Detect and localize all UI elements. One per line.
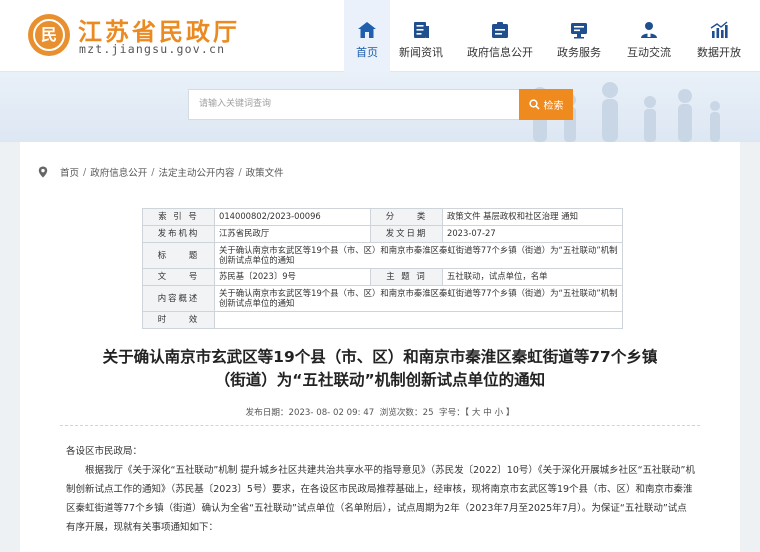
nav-item-info-disclosure[interactable]: 政府信息公开 bbox=[452, 0, 548, 72]
article-body: 各设区市民政局： 根据我厅《关于深化“五社联动”机制 提升城乡社区共建共治共享水… bbox=[66, 442, 696, 537]
meta-date-value: 2023-07-27 bbox=[442, 225, 623, 243]
meta-label: 分 类 bbox=[370, 208, 443, 226]
nav-label: 互动交流 bbox=[627, 46, 671, 59]
site-domain: mzt.jiangsu.gov.cn bbox=[79, 42, 226, 56]
nav-label: 数据开放 bbox=[697, 46, 741, 59]
nav-item-home[interactable]: 首页 bbox=[344, 0, 390, 72]
article-salutation: 各设区市民政局： bbox=[66, 446, 143, 457]
meta-label: 文 号 bbox=[142, 268, 215, 286]
breadcrumb-statutory-content[interactable]: 法定主动公开内容 bbox=[158, 165, 234, 179]
meta-summary-value: 关于确认南京市玄武区等19个县（市、区）和南京市秦淮区秦虹街道等77个乡镇（街道… bbox=[214, 285, 623, 312]
search-input[interactable] bbox=[188, 89, 519, 120]
meta-label: 索 引 号 bbox=[142, 208, 215, 226]
search-button-label: 检索 bbox=[543, 101, 564, 112]
views-label: 浏览次数： bbox=[379, 408, 423, 418]
breadcrumb-info-disclosure[interactable]: 政府信息公开 bbox=[90, 165, 147, 179]
meta-issuer-value: 江苏省民政厅 bbox=[214, 225, 371, 243]
font-size-options[interactable]: 【 大 中 小 】 bbox=[465, 408, 515, 418]
news-icon bbox=[414, 22, 429, 38]
location-pin-icon bbox=[38, 166, 48, 178]
home-icon bbox=[358, 22, 376, 38]
nav-item-service[interactable]: 政务服务 bbox=[548, 0, 610, 72]
meta-label: 发文日期 bbox=[370, 225, 443, 243]
main-nav: 首页 新闻资讯 政府信息公开 政务服务 互动交流 数据开放 bbox=[344, 0, 750, 72]
meta-label: 标 题 bbox=[142, 242, 215, 269]
meta-label: 主 题 词 bbox=[370, 268, 443, 286]
search-icon bbox=[528, 99, 540, 110]
breadcrumb-policy-documents[interactable]: 政策文件 bbox=[246, 165, 284, 179]
publish-date-value: 2023- 08- 02 09: 47 bbox=[288, 408, 375, 418]
views-count: 25 bbox=[422, 408, 434, 418]
document-metadata-table: 索 引 号 014000802/2023-00096 分 类 政策文件 基层政权… bbox=[142, 208, 623, 329]
meta-label: 时 效 bbox=[142, 311, 215, 329]
breadcrumb-separator: / bbox=[151, 166, 155, 178]
publish-info: 发布日期：2023- 08- 02 09: 47 浏览次数：25 字号：【 大 … bbox=[20, 406, 740, 418]
chart-icon bbox=[710, 21, 728, 38]
search-banner: 检索 bbox=[0, 72, 760, 142]
service-icon bbox=[571, 23, 587, 39]
meta-category-value: 政策文件 基层政权和社区治理 通知 bbox=[442, 208, 623, 226]
info-disclosure-icon bbox=[492, 22, 508, 38]
nav-label: 首页 bbox=[356, 46, 378, 59]
meta-label: 内容概述 bbox=[142, 285, 215, 312]
content-card: 首页 / 政府信息公开 / 法定主动公开内容 / 政策文件 索 引 号 0140… bbox=[20, 142, 740, 552]
article-title-line: （街道）为“五社联动”机制创新试点单位的通知 bbox=[214, 371, 546, 389]
nav-item-data-open[interactable]: 数据开放 bbox=[688, 0, 750, 72]
meta-docno-value: 苏民基〔2023〕9号 bbox=[214, 268, 371, 286]
article-title: 关于确认南京市玄武区等19个县（市、区）和南京市秦淮区秦虹街道等77个乡镇 （街… bbox=[60, 346, 700, 392]
logo-emblem-icon[interactable]: 民 bbox=[28, 14, 70, 56]
interaction-icon bbox=[641, 22, 657, 38]
search-button[interactable]: 检索 bbox=[519, 89, 573, 120]
article-title-line: 关于确认南京市玄武区等19个县（市、区）和南京市秦淮区秦虹街道等77个乡镇 bbox=[102, 348, 658, 366]
article-paragraph: 根据我厅《关于深化“五社联动”机制 提升城乡社区共建共治共享水平的指导意见》（苏… bbox=[66, 465, 695, 533]
emblem-glyph: 民 bbox=[40, 25, 57, 44]
breadcrumb-home[interactable]: 首页 bbox=[60, 165, 79, 179]
meta-index-value: 014000802/2023-00096 bbox=[214, 208, 371, 226]
meta-title-value: 关于确认南京市玄武区等19个县（市、区）和南京市秦淮区秦虹街道等77个乡镇（街道… bbox=[214, 242, 623, 269]
breadcrumb: 首页 / 政府信息公开 / 法定主动公开内容 / 政策文件 bbox=[38, 165, 284, 179]
nav-label: 政务服务 bbox=[557, 46, 601, 59]
content-divider bbox=[60, 425, 700, 426]
site-header: 民 江苏省民政厅 mzt.jiangsu.gov.cn 首页 新闻资讯 政府信息… bbox=[0, 0, 760, 72]
meta-validity-value bbox=[214, 311, 623, 329]
breadcrumb-separator: / bbox=[238, 166, 242, 178]
publish-date-label: 发布日期： bbox=[245, 408, 289, 418]
nav-label: 新闻资讯 bbox=[399, 46, 443, 59]
nav-item-interaction[interactable]: 互动交流 bbox=[610, 0, 688, 72]
breadcrumb-separator: / bbox=[83, 166, 87, 178]
meta-keywords-value: 五社联动，试点单位，名单 bbox=[442, 268, 623, 286]
nav-item-news[interactable]: 新闻资讯 bbox=[390, 0, 452, 72]
font-size-label: 字号： bbox=[439, 408, 465, 418]
nav-label: 政府信息公开 bbox=[467, 46, 533, 59]
meta-label: 发布机构 bbox=[142, 225, 215, 243]
